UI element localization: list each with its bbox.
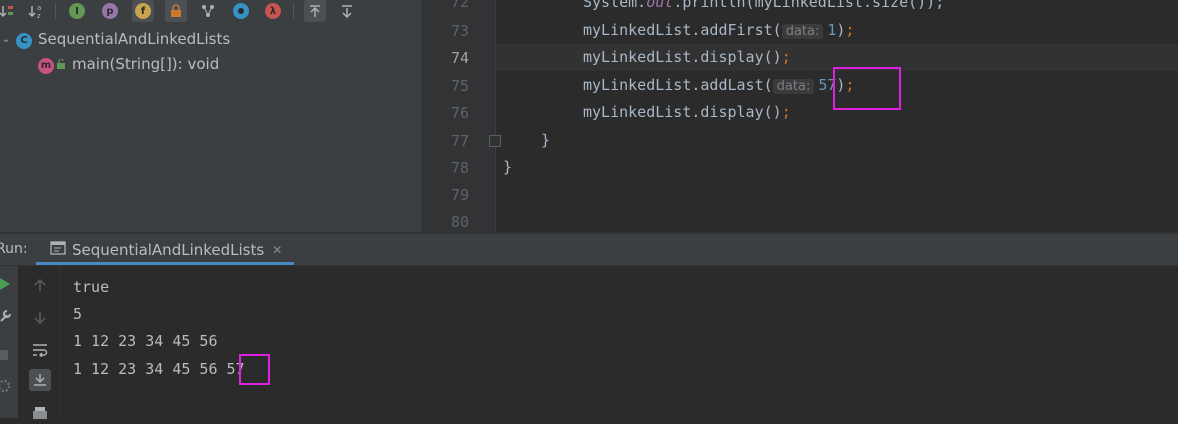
class-node-label: SequentialAndLinkedLists <box>38 30 231 48</box>
line-number: 80 <box>450 213 469 231</box>
output-line: 5 <box>73 305 83 323</box>
output-line: 1 12 23 34 45 56 <box>73 332 218 350</box>
console-icon <box>50 240 66 259</box>
code-line-72: System.out.println(myLinkedList.size()); <box>583 0 945 11</box>
sort-alpha-icon[interactable]: az <box>26 0 48 22</box>
code-line-73: myLinkedList.addFirst(data: 1); <box>583 21 855 39</box>
settings-icon[interactable] <box>0 378 12 398</box>
show-fields-icon[interactable]: f <box>132 0 154 22</box>
scroll-down-icon[interactable] <box>29 307 51 329</box>
code-line-74: myLinkedList.display(); <box>583 48 791 66</box>
output-line: 1 12 23 34 45 56 57 <box>73 360 245 378</box>
run-tab-label: SequentialAndLinkedLists <box>72 240 265 259</box>
method-node-label: main(String[]): void <box>72 55 220 73</box>
code-editor[interactable]: 72 73 74 75 76 77 78 79 80 System.out.pr… <box>423 0 1178 232</box>
show-inherited-icon[interactable]: I <box>66 0 88 22</box>
fold-marker-icon[interactable] <box>489 135 501 147</box>
highlight-box-console <box>239 354 270 385</box>
line-number: 74 <box>450 49 469 67</box>
run-label: Run: <box>0 241 28 257</box>
code-line-77: } <box>541 131 551 149</box>
structure-toolbar: az I p f λ <box>0 0 422 22</box>
tree-node-method[interactable]: m main(String[]): void <box>38 53 219 75</box>
param-hint: data: <box>772 79 815 94</box>
structure-panel: az I p f λ ⌄ C SequentialAndLinkedLists … <box>0 0 422 232</box>
line-number: 75 <box>450 77 469 95</box>
svg-text:z: z <box>37 12 41 19</box>
show-properties-icon[interactable]: p <box>99 0 121 22</box>
class-icon: C <box>16 29 32 49</box>
code-line-78: } <box>503 158 513 176</box>
toolbar-separator <box>293 3 294 19</box>
unlock-icon <box>56 55 66 73</box>
line-number: 79 <box>450 186 469 204</box>
scroll-up-icon[interactable] <box>29 274 51 296</box>
output-line: true <box>73 278 110 296</box>
show-lambdas-icon[interactable] <box>230 0 252 22</box>
print-icon[interactable] <box>29 402 51 424</box>
show-anonymous-icon[interactable] <box>197 0 219 22</box>
sort-visibility-icon[interactable] <box>0 0 18 22</box>
svg-text:a: a <box>37 4 41 12</box>
line-number: 73 <box>450 22 469 40</box>
autoscroll-from-source-icon[interactable] <box>336 0 358 22</box>
line-number: 72 <box>450 0 469 11</box>
code-line-75: myLinkedList.addLast(data: 57); <box>583 76 855 94</box>
show-non-public-icon[interactable] <box>165 0 187 22</box>
line-number: 78 <box>450 159 469 177</box>
line-number: 76 <box>450 104 469 122</box>
code-line-76: myLinkedList.display(); <box>583 103 791 121</box>
toolbar-separator <box>55 3 56 19</box>
tree-node-class[interactable]: ⌄ C SequentialAndLinkedLists <box>0 28 230 50</box>
line-number-gutter: 72 73 74 75 76 77 78 79 80 <box>423 0 501 232</box>
run-actions-strip <box>0 266 18 418</box>
console-toolbar <box>19 266 60 419</box>
soft-wrap-icon[interactable] <box>29 339 51 361</box>
scroll-to-end-icon[interactable] <box>29 369 51 391</box>
wrench-icon[interactable] <box>0 308 12 327</box>
chevron-down-icon[interactable]: ⌄ <box>0 33 12 45</box>
autoscroll-to-source-icon[interactable] <box>304 0 326 22</box>
run-tab[interactable]: SequentialAndLinkedLists ✕ <box>40 234 293 265</box>
show-lambda-icon[interactable]: λ <box>262 0 284 22</box>
param-hint: data: <box>781 24 824 39</box>
console-output[interactable]: true 5 1 12 23 34 45 56 1 12 23 34 45 56… <box>60 266 1178 418</box>
active-tab-indicator <box>36 262 294 265</box>
stop-icon[interactable] <box>0 350 8 360</box>
method-icon: m <box>38 54 54 74</box>
highlight-box-editor <box>833 67 901 110</box>
close-icon[interactable]: ✕ <box>272 243 282 257</box>
run-toolwindow-header: Run: SequentialAndLinkedLists ✕ <box>0 234 1178 266</box>
rerun-icon[interactable] <box>0 276 12 295</box>
line-number: 77 <box>450 132 469 150</box>
